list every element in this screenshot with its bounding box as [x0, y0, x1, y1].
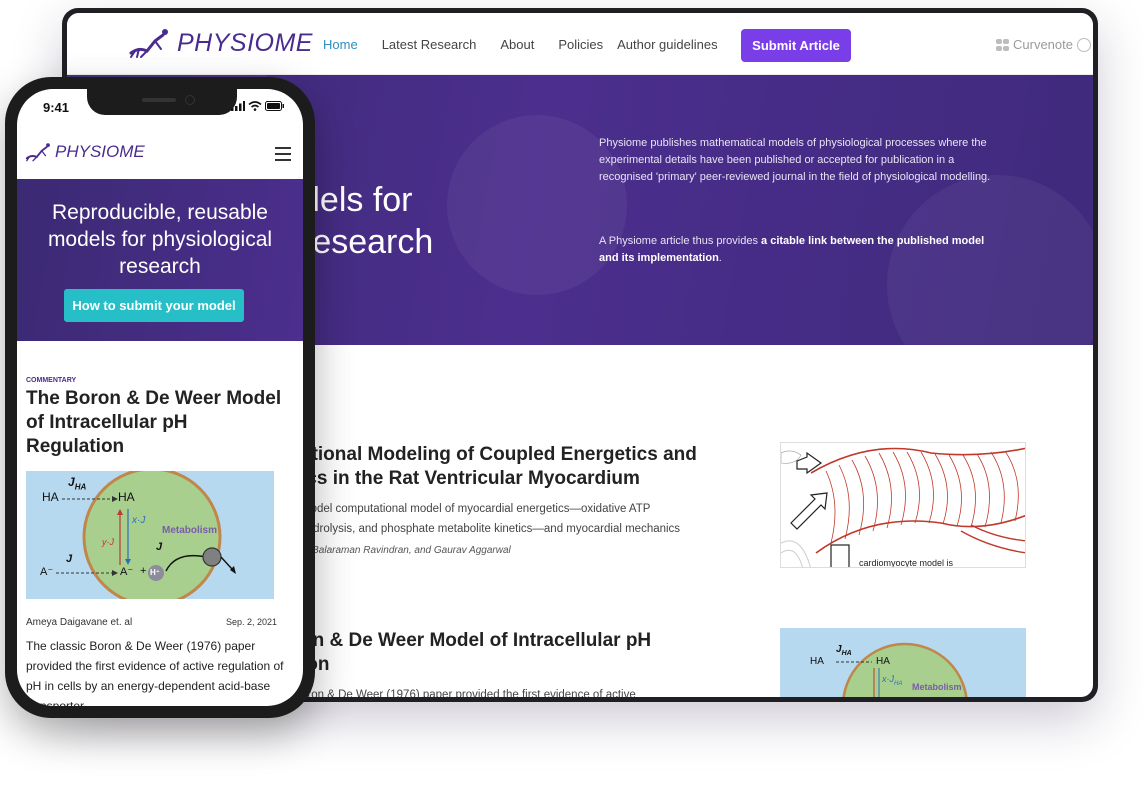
figure-plus-sign: +	[140, 565, 147, 577]
wifi-icon	[248, 101, 262, 111]
figure-ja-label: J	[66, 553, 73, 565]
hero-heading: Reproducible, reusable models for physio…	[47, 201, 273, 278]
figure-subscript: HA	[74, 482, 87, 492]
article-title-line: ion	[301, 654, 330, 675]
curvenote-logo-icon	[996, 38, 1009, 51]
figure-yja-label: y·J	[102, 537, 114, 547]
article-description: model computational model of myocardial …	[301, 499, 781, 539]
nav-policies[interactable]: Policies	[558, 37, 603, 52]
phone-navbar: PHYSIOME	[17, 129, 303, 179]
phone-hero-banner: Reproducible, reusable models for physio…	[17, 179, 303, 341]
article-authors: e, Balaraman Ravindran, and Gaurav Aggar…	[301, 545, 511, 556]
cell-ph-illustration	[26, 471, 274, 599]
logo-text: PHYSIOME	[55, 142, 145, 161]
nav-latest-research[interactable]: Latest Research	[382, 37, 477, 52]
article-title[interactable]: on & De Weer Model of Intracellular pH i…	[301, 629, 781, 677]
article-desc-line: model computational model of myocardial …	[301, 503, 651, 515]
article-card[interactable]: on & De Weer Model of Intracellular pH i…	[301, 629, 781, 697]
battery-icon	[265, 101, 284, 111]
figure-xj-text: x·J	[882, 674, 894, 684]
figure-jh-label: J	[156, 541, 163, 553]
curvenote-label: Curvenote	[1013, 37, 1073, 52]
figure-subscript: HA	[841, 650, 852, 657]
figure-ha-label: HA	[810, 656, 824, 667]
article-title[interactable]: The Boron & De Weer Model of Intracellul…	[26, 387, 286, 459]
speaker-grille	[142, 98, 176, 102]
figure-h-plus-label: H⁺	[150, 568, 160, 577]
hero-heading-line1: dels for	[301, 181, 413, 219]
figure-ha-label: HA	[118, 490, 135, 504]
figure-xjha-label: x·J	[132, 515, 146, 526]
submit-article-button[interactable]: Submit Article	[741, 29, 851, 62]
hero-citable-text: A Physiome article thus provides a citab…	[599, 233, 999, 267]
article-card[interactable]: ational Modeling of Coupled Energetics a…	[301, 443, 781, 556]
figure-metabolism-label: Metabolism	[162, 525, 218, 536]
figure-xjha-label: x·JHA	[882, 674, 902, 687]
nav-author-guidelines[interactable]: Author guidelines	[617, 37, 717, 52]
figure-a-minus-label: A⁻	[40, 566, 54, 578]
phone-notch	[87, 89, 237, 115]
top-navbar: PHYSIOME Home Latest Research About Poli…	[67, 13, 1093, 75]
status-time: 9:41	[43, 100, 70, 115]
physiome-logo[interactable]: PHYSIOME	[23, 141, 145, 163]
hero-heading-line2: research	[301, 223, 434, 261]
article-description: The classic Boron & De Weer (1976) paper…	[26, 639, 284, 706]
article-date: Sep. 2, 2021	[225, 617, 277, 627]
article-desc-line: hydrolysis, and phosphate metabolite kin…	[301, 523, 681, 535]
figure-subscript: HA	[894, 680, 903, 687]
figure-jha-label: JHA	[68, 475, 86, 491]
hero-p2-end: .	[718, 252, 722, 264]
camera-icon	[185, 95, 195, 105]
figure-jha-label: JHA	[836, 644, 852, 657]
runner-logo-icon	[129, 29, 168, 58]
article-category: COMMENTARY	[26, 377, 77, 384]
article-desc-line: oron & De Weer (1976) paper provided the…	[301, 689, 636, 697]
figure-ha-label: HA	[876, 656, 890, 667]
nav-about[interactable]: About	[500, 37, 534, 52]
signal-icon	[231, 101, 245, 111]
phone-screen: 9:41 PHYSIOME Reproducible, reusable mod…	[17, 89, 303, 706]
settings-icon[interactable]	[1076, 37, 1091, 52]
figure-metabolism-label: Metabolism	[912, 682, 962, 692]
nav-home[interactable]: Home	[323, 37, 358, 52]
article-figure[interactable]: HA HA JHA A⁻ A⁻ + H⁺ J x·J y·J Metabolis…	[26, 471, 274, 599]
figure-j-text: J	[68, 475, 75, 489]
status-icons	[231, 101, 285, 111]
hero-description: Physiome publishes mathematical models o…	[599, 137, 991, 183]
physiome-logo[interactable]: PHYSIOME	[125, 27, 313, 59]
article-title-line: on & De Weer Model of Intracellular pH	[301, 630, 652, 651]
article-title[interactable]: ational Modeling of Coupled Energetics a…	[301, 443, 781, 491]
runner-logo-icon	[25, 143, 50, 162]
how-to-submit-button[interactable]: How to submit your model	[64, 289, 244, 322]
curvenote-link[interactable]: Curvenote	[995, 37, 1091, 52]
figure-a-minus-label: A⁻	[120, 566, 134, 578]
figure-ha-label: HA	[42, 490, 59, 504]
myocyte-fiber-illustration	[781, 447, 1025, 567]
article-title-line: ational Modeling of Coupled Energetics a…	[301, 444, 697, 465]
hamburger-menu-icon[interactable]	[275, 147, 291, 165]
article-title-line: ics in the Rat Ventricular Myocardium	[301, 468, 640, 489]
article-thumbnail[interactable]: HA HA JHA x·JHA Metabolism	[780, 628, 1026, 697]
status-bar: 9:41	[17, 89, 303, 129]
article-author: Ameya Daigavane et. al	[26, 617, 133, 628]
phone-device-frame: 9:41 PHYSIOME Reproducible, reusable mod…	[5, 77, 315, 718]
hero-p2-text: A Physiome article thus provides	[599, 235, 762, 247]
article-description: oron & De Weer (1976) paper provided the…	[301, 685, 781, 697]
main-nav: Home Latest Research About Policies Auth…	[323, 37, 742, 52]
thumbnail-caption: cardiomyocyte model is	[859, 558, 954, 568]
article-thumbnail[interactable]: cardiomyocyte model is	[780, 442, 1026, 568]
logo-text: PHYSIOME	[177, 28, 313, 57]
